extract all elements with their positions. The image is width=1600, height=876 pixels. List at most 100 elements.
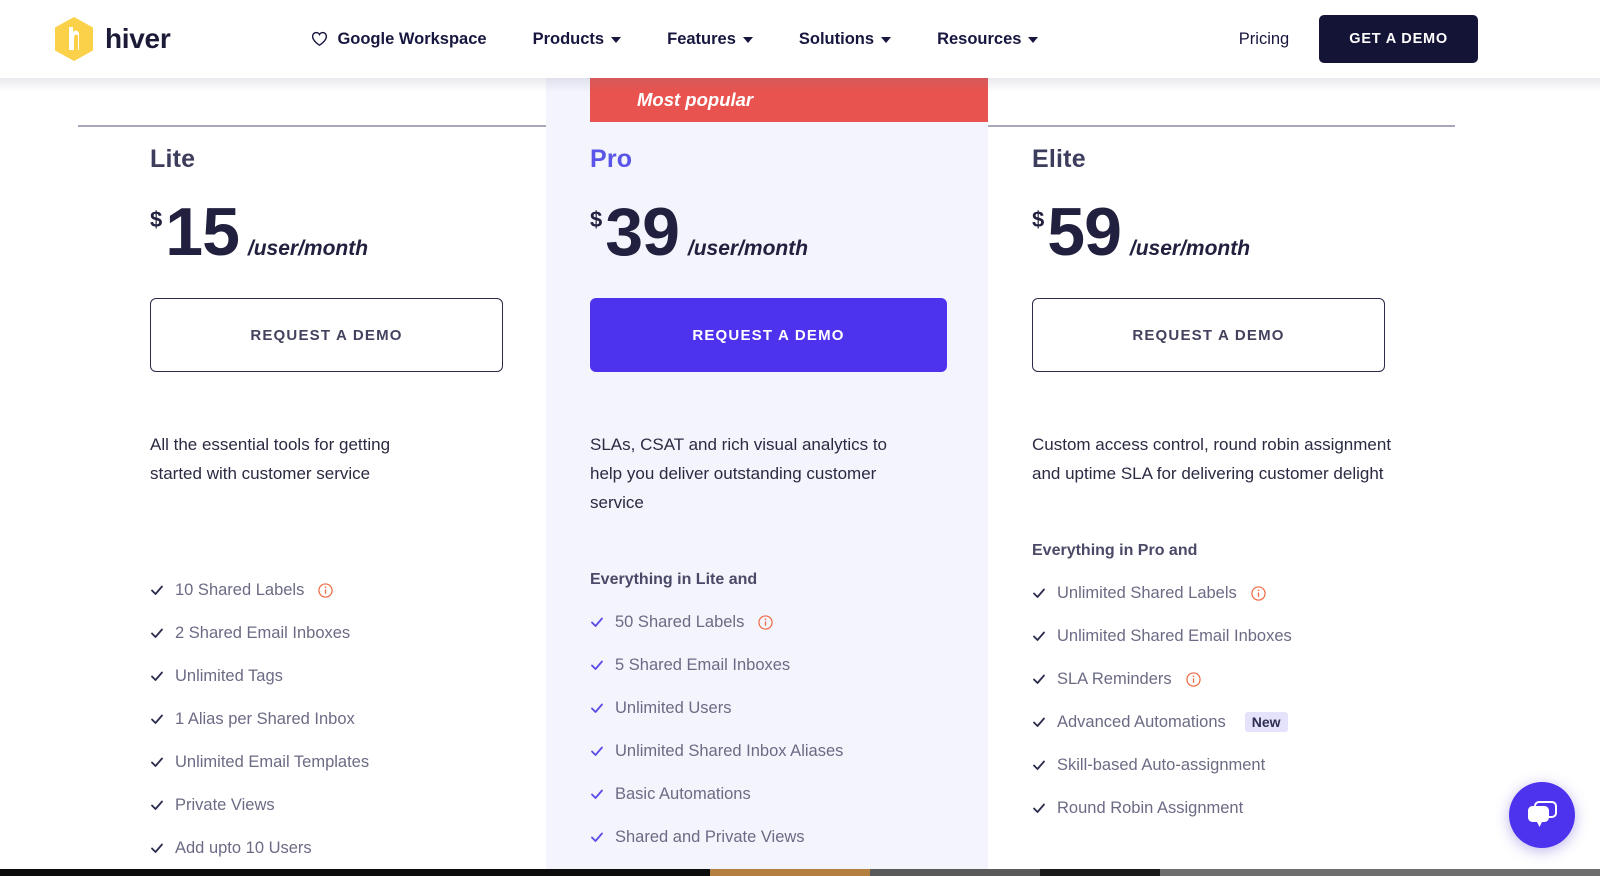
feature-label: Unlimited Users	[615, 699, 732, 717]
plan-name: Pro	[590, 145, 633, 173]
hiver-hexagon-logo-icon	[55, 17, 93, 61]
feature-label: 50 Shared Labels	[615, 613, 745, 631]
check-icon	[1033, 803, 1045, 813]
logo-text: hiver	[105, 23, 171, 54]
features-heading: Everything in Lite and	[590, 571, 758, 588]
feature-label: Unlimited Email Templates	[175, 753, 370, 771]
plan-card-pro: Most popular Pro $ 39 /user/month REQUES…	[546, 78, 988, 876]
check-icon	[1033, 631, 1045, 641]
price-amount: 39	[605, 194, 680, 270]
info-icon[interactable]	[758, 614, 774, 630]
plan-price: $ 15 /user/month	[150, 198, 546, 266]
nav-item-features[interactable]: Features	[644, 30, 776, 49]
list-item: Unlimited Users	[590, 696, 988, 720]
currency-symbol: $	[590, 207, 603, 232]
most-popular-label: Most popular	[637, 89, 754, 110]
check-icon	[151, 843, 163, 853]
feature-label: Unlimited Shared Labels	[1057, 584, 1237, 602]
feature-label: Unlimited Tags	[175, 667, 283, 685]
plan-description: All the essential tools for getting star…	[150, 435, 391, 483]
plan-card-lite: Lite $ 15 /user/month REQUEST A DEMO All…	[0, 78, 546, 876]
price-period: /user/month	[247, 237, 369, 260]
chat-bubble-icon	[1528, 801, 1557, 827]
list-item: 5 Shared Email Inboxes	[590, 653, 988, 677]
price-period: /user/month	[1129, 237, 1251, 260]
request-demo-button-lite[interactable]: REQUEST A DEMO	[150, 298, 503, 372]
nav-item-pricing[interactable]: Pricing	[1209, 30, 1319, 49]
plan-price: $ 59 /user/month	[1032, 198, 1600, 266]
currency-symbol: $	[1032, 207, 1045, 232]
chat-widget-button[interactable]	[1509, 782, 1575, 848]
edge-segment	[1160, 869, 1600, 876]
feature-label: Unlimited Shared Inbox Aliases	[615, 742, 844, 760]
check-icon	[1033, 588, 1045, 598]
info-icon[interactable]	[1251, 585, 1266, 601]
list-item: 1 Alias per Shared Inbox	[150, 707, 546, 731]
plan-name: Lite	[150, 145, 196, 173]
chevron-down-icon	[742, 37, 753, 43]
nav-label: Google Workspace	[337, 29, 487, 48]
feature-label: Unlimited Shared Email Inboxes	[1057, 627, 1292, 645]
price-amount: 59	[1047, 194, 1122, 270]
feature-label: 2 Shared Email Inboxes	[175, 624, 351, 642]
feature-label: 10 Shared Labels	[175, 581, 305, 599]
check-icon	[591, 789, 603, 799]
check-icon	[1033, 717, 1045, 727]
nav-item-solutions[interactable]: Solutions	[776, 30, 914, 49]
list-item: Add upto 10 Users	[150, 836, 546, 860]
list-item: SLA Reminders	[1032, 667, 1600, 691]
check-icon	[1033, 674, 1045, 684]
browser-bottom-edge	[0, 869, 1600, 876]
list-item: Unlimited Email Templates	[150, 750, 546, 774]
heart-icon	[311, 31, 328, 47]
list-item: Unlimited Shared Inbox Aliases	[590, 739, 988, 763]
chevron-down-icon	[881, 37, 892, 43]
nav-label: Solutions	[798, 29, 875, 48]
feature-label: SLA Reminders	[1057, 670, 1172, 688]
plan-name: Elite	[1032, 145, 1086, 173]
site-header: hiver Google Workspace Products Features…	[0, 0, 1600, 78]
list-item: Advanced Automations New	[1032, 710, 1600, 734]
nav-item-google-workspace[interactable]: Google Workspace	[288, 30, 509, 49]
check-icon	[591, 617, 603, 627]
nav-label: Products	[532, 29, 605, 48]
main-nav: Google Workspace Products Features Solut…	[288, 30, 1061, 49]
feature-list-pro: 50 Shared Labels 5 Shared Email Inboxes …	[590, 610, 988, 849]
info-icon[interactable]	[1185, 671, 1201, 687]
list-item: Shared and Private Views	[590, 825, 988, 849]
list-item: 2 Shared Email Inboxes	[150, 621, 546, 645]
edge-segment	[0, 869, 710, 876]
feature-label: Shared and Private Views	[615, 828, 805, 846]
feature-label: 5 Shared Email Inboxes	[615, 656, 791, 674]
nav-item-products[interactable]: Products	[510, 30, 645, 49]
check-icon	[591, 660, 603, 670]
check-icon	[591, 703, 603, 713]
info-icon[interactable]	[318, 582, 334, 598]
check-icon	[151, 757, 163, 767]
feature-label: Advanced Automations	[1057, 713, 1226, 731]
plan-card-elite: Elite $ 59 /user/month REQUEST A DEMO Cu…	[988, 78, 1600, 876]
logo[interactable]: hiver	[52, 16, 171, 62]
most-popular-banner: Most popular	[590, 78, 988, 122]
check-icon	[151, 671, 163, 681]
check-icon	[151, 714, 163, 724]
nav-label: Features	[667, 29, 736, 48]
pricing-columns: Lite $ 15 /user/month REQUEST A DEMO All…	[0, 78, 1600, 876]
check-icon	[151, 585, 163, 595]
request-demo-button-pro[interactable]: REQUEST A DEMO	[590, 298, 947, 372]
plan-description: SLAs, CSAT and rich visual analytics to …	[590, 435, 888, 512]
feature-list-elite: Unlimited Shared Labels Unlimited Shared…	[1032, 581, 1600, 820]
list-item: 10 Shared Labels	[150, 578, 546, 602]
feature-list-lite: 10 Shared Labels 2 Shared Email Inboxes …	[150, 578, 546, 860]
price-amount: 15	[165, 194, 240, 270]
feature-label: Basic Automations	[615, 785, 751, 803]
get-a-demo-button[interactable]: GET A DEMO	[1319, 15, 1478, 63]
price-period: /user/month	[687, 237, 809, 260]
list-item: Unlimited Shared Email Inboxes	[1032, 624, 1600, 648]
currency-symbol: $	[150, 207, 163, 232]
request-demo-button-elite[interactable]: REQUEST A DEMO	[1032, 298, 1385, 372]
chevron-down-icon	[611, 37, 622, 43]
features-heading: Everything in Pro and	[1032, 542, 1198, 559]
feature-label: Private Views	[175, 796, 275, 814]
nav-item-resources[interactable]: Resources	[914, 30, 1061, 49]
